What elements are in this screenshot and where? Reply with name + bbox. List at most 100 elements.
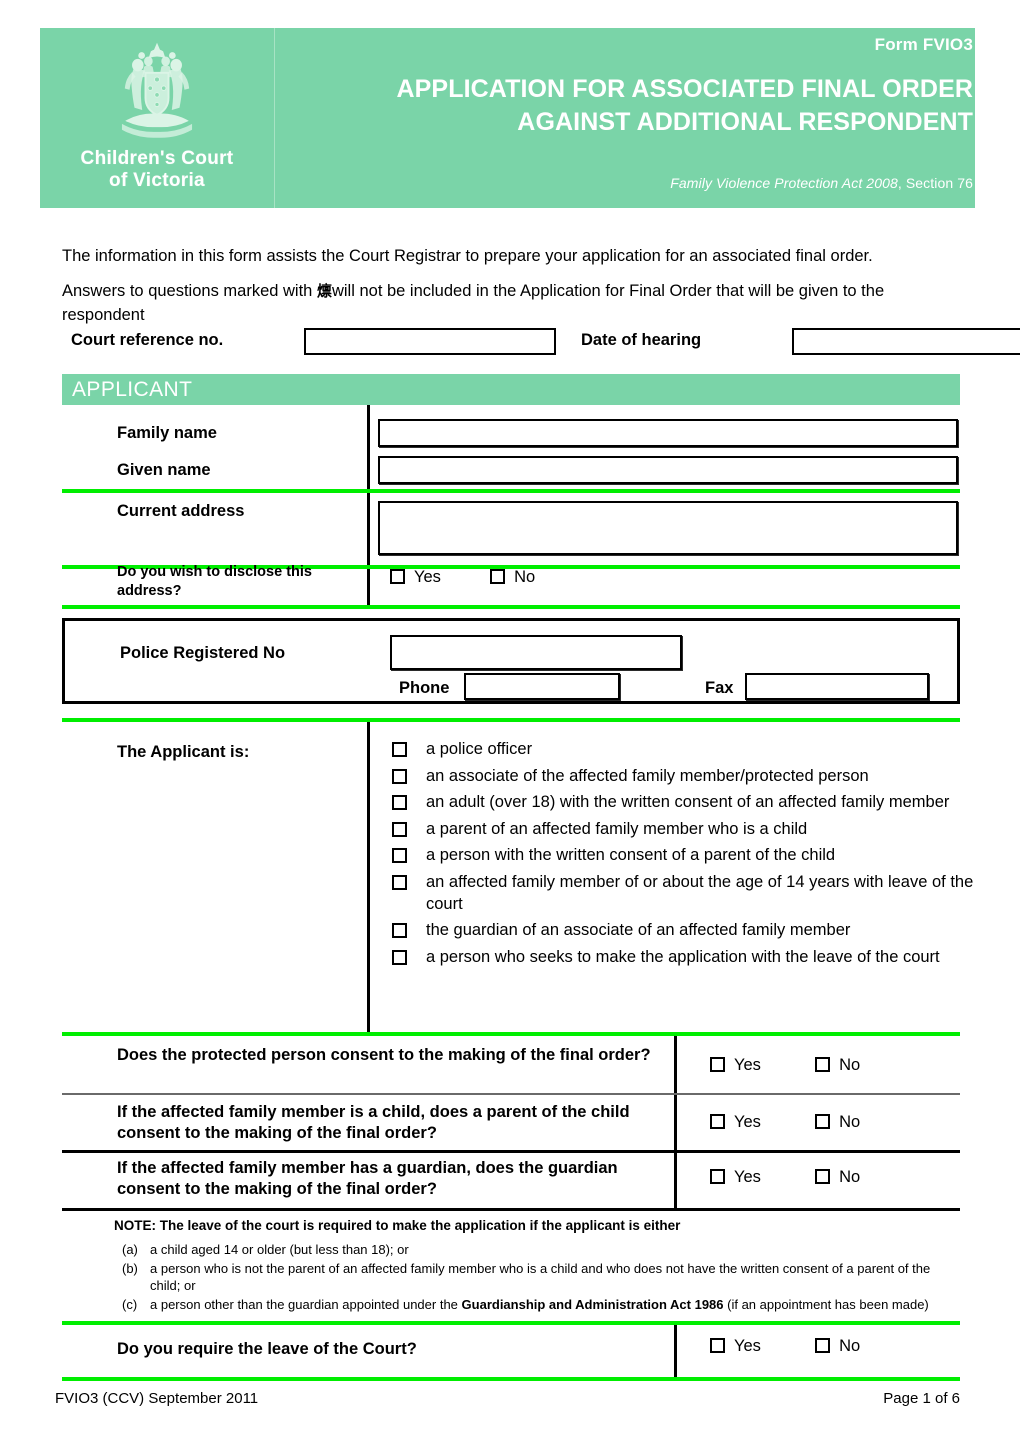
given-name-label: Given name: [117, 461, 211, 479]
applicant-is-option-label: a person with the written consent of a p…: [426, 846, 836, 865]
leave-no-checkbox[interactable]: [815, 1338, 831, 1353]
applicant-is-checkbox[interactable]: [392, 742, 407, 757]
header-title-block: Form FVIO3 APPLICATION FOR ASSOCIATED FI…: [275, 28, 975, 208]
leave-yes-label: Yes: [734, 1337, 761, 1355]
note-heading-rest: if the applicant is either: [525, 1218, 681, 1233]
divider-rule-9: [62, 1321, 960, 1325]
consent-question-3-label: If the affected family member has a guar…: [117, 1159, 618, 1199]
form-page: Children's Court of Victoria Form FVIO3 …: [0, 0, 1020, 1443]
form-body: Family name Given name Current address D…: [62, 405, 973, 1381]
leave-question-label: Do you require the leave of the Court?: [117, 1340, 417, 1358]
disclose-address-options: Yes No: [390, 568, 535, 587]
note-item-marker: (c): [122, 1296, 138, 1312]
page-title: APPLICATION FOR ASSOCIATED FINAL ORDER A…: [275, 73, 973, 139]
current-address-input[interactable]: [378, 501, 958, 555]
applicant-is-option[interactable]: the guardian of an associate of an affec…: [392, 920, 974, 942]
intro-paragraph-1: The information in this form assists the…: [62, 247, 873, 265]
phone-input[interactable]: [464, 673, 620, 700]
leave-yes-checkbox[interactable]: [710, 1338, 725, 1353]
police-registered-no-input[interactable]: [390, 635, 682, 670]
applicant-is-checkbox[interactable]: [392, 875, 407, 891]
divider-rule-5: [62, 1032, 960, 1036]
applicant-is-option[interactable]: a person with the written consent of a p…: [392, 845, 974, 867]
applicant-is-option[interactable]: an affected family member of or about th…: [392, 872, 974, 915]
applicant-is-checkbox[interactable]: [392, 795, 407, 811]
note-item-marker: (b): [122, 1260, 138, 1276]
applicant-is-checkbox[interactable]: [392, 768, 407, 784]
consent-3-no-checkbox[interactable]: [815, 1169, 831, 1184]
consent-1-yes-checkbox[interactable]: [710, 1057, 725, 1072]
applicant-is-option[interactable]: a person who seeks to make the applicati…: [392, 947, 974, 969]
legislation-act-name: Family Violence Protection Act 2008: [670, 174, 898, 191]
page-title-line-2: AGAINST ADDITIONAL RESPONDENT: [517, 107, 973, 136]
consent-1-yes-label: Yes: [734, 1056, 761, 1074]
date-of-hearing-input[interactable]: [792, 328, 1020, 355]
consent-2-yes-checkbox[interactable]: [710, 1114, 725, 1129]
consent-question-3-options: Yes No: [710, 1168, 860, 1187]
intro-text: The information in this form assists the…: [62, 245, 962, 339]
note-heading-bold: NOTE: The leave of the court is required…: [114, 1218, 526, 1233]
note-block: NOTE: The leave of the court is required…: [114, 1218, 960, 1316]
column-divider-leave: [674, 1325, 677, 1377]
fax-label: Fax: [705, 679, 734, 697]
victoria-coat-of-arms-icon: [121, 42, 193, 138]
legislation-section: , Section 76: [897, 174, 973, 191]
applicant-is-option-label: an adult (over 18) with the written cons…: [426, 793, 950, 812]
police-details-box: Police Registered No Phone Fax: [62, 618, 960, 704]
reference-row: Court reference no. Date of hearing: [62, 328, 1020, 358]
consent-2-no-checkbox[interactable]: [815, 1114, 831, 1129]
family-name-label: Family name: [117, 424, 217, 442]
police-registered-no-label: Police Registered No: [120, 644, 286, 662]
court-logo: Children's Court of Victoria: [40, 28, 275, 208]
applicant-is-option-label: a police officer: [426, 740, 533, 758]
applicant-is-option-label: a person who seeks to make the applicati…: [426, 947, 940, 966]
divider-rule-8: [62, 1208, 960, 1211]
court-reference-label: Court reference no.: [71, 331, 224, 349]
disclose-yes-label: Yes: [414, 568, 441, 586]
fax-input[interactable]: [745, 673, 929, 700]
consent-question-2-options: Yes No: [710, 1113, 860, 1132]
applicant-is-option[interactable]: a police officer: [392, 739, 974, 761]
applicant-is-option[interactable]: an associate of the affected family memb…: [392, 766, 974, 788]
leave-no-label: No: [839, 1337, 861, 1355]
court-logo-text: Children's Court of Victoria: [81, 148, 234, 193]
logo-line-2: of Victoria: [109, 170, 205, 192]
column-divider-consent-3: [674, 1153, 677, 1208]
applicant-is-label: The Applicant is:: [117, 743, 250, 761]
divider-rule-1: [62, 489, 960, 493]
family-name-input[interactable]: [378, 419, 958, 447]
form-header: Children's Court of Victoria Form FVIO3 …: [40, 28, 975, 208]
note-heading: NOTE: The leave of the court is required…: [114, 1218, 960, 1233]
consent-1-no-checkbox[interactable]: [815, 1057, 831, 1072]
given-name-input[interactable]: [378, 456, 958, 484]
date-of-hearing-label: Date of hearing: [581, 331, 702, 349]
asterisk-marker-glyph: 燷: [316, 282, 332, 301]
note-item-text: a child aged 14 or older (but less than …: [150, 1242, 409, 1257]
divider-rule-7: [62, 1150, 960, 1153]
applicant-is-checkbox[interactable]: [392, 949, 407, 965]
applicant-is-checkbox[interactable]: [392, 821, 407, 837]
consent-3-yes-checkbox[interactable]: [710, 1169, 725, 1184]
current-address-label: Current address: [117, 502, 245, 520]
column-divider-applicant-is: [367, 722, 370, 1032]
consent-1-no-label: No: [839, 1056, 861, 1074]
disclose-yes-checkbox[interactable]: [390, 569, 405, 584]
page-title-line-1: APPLICATION FOR ASSOCIATED FINAL ORDER: [396, 74, 973, 103]
divider-rule-6: [62, 1093, 960, 1095]
column-divider-consent-1: [674, 1036, 677, 1093]
footer-page-number: Page 1 of 6: [883, 1390, 960, 1407]
note-item: (b) a person who is not the parent of an…: [114, 1261, 960, 1295]
divider-rule-4: [62, 718, 960, 722]
applicant-is-option-label: the guardian of an associate of an affec…: [426, 921, 851, 940]
legislation-reference: Family Violence Protection Act 2008, Sec…: [275, 175, 973, 191]
section-banner-applicant: APPLICANT: [62, 374, 960, 405]
court-reference-input[interactable]: [304, 328, 556, 355]
disclose-no-checkbox[interactable]: [490, 569, 506, 584]
column-divider-names: [367, 405, 370, 605]
applicant-is-option[interactable]: an adult (over 18) with the written cons…: [392, 792, 974, 814]
applicant-is-option[interactable]: a parent of an affected family member wh…: [392, 819, 974, 841]
applicant-is-option-label: a parent of an affected family member wh…: [426, 819, 808, 838]
applicant-is-checkbox[interactable]: [392, 923, 407, 939]
applicant-is-checkbox[interactable]: [392, 848, 407, 864]
applicant-is-option-label: an associate of the affected family memb…: [426, 766, 869, 785]
